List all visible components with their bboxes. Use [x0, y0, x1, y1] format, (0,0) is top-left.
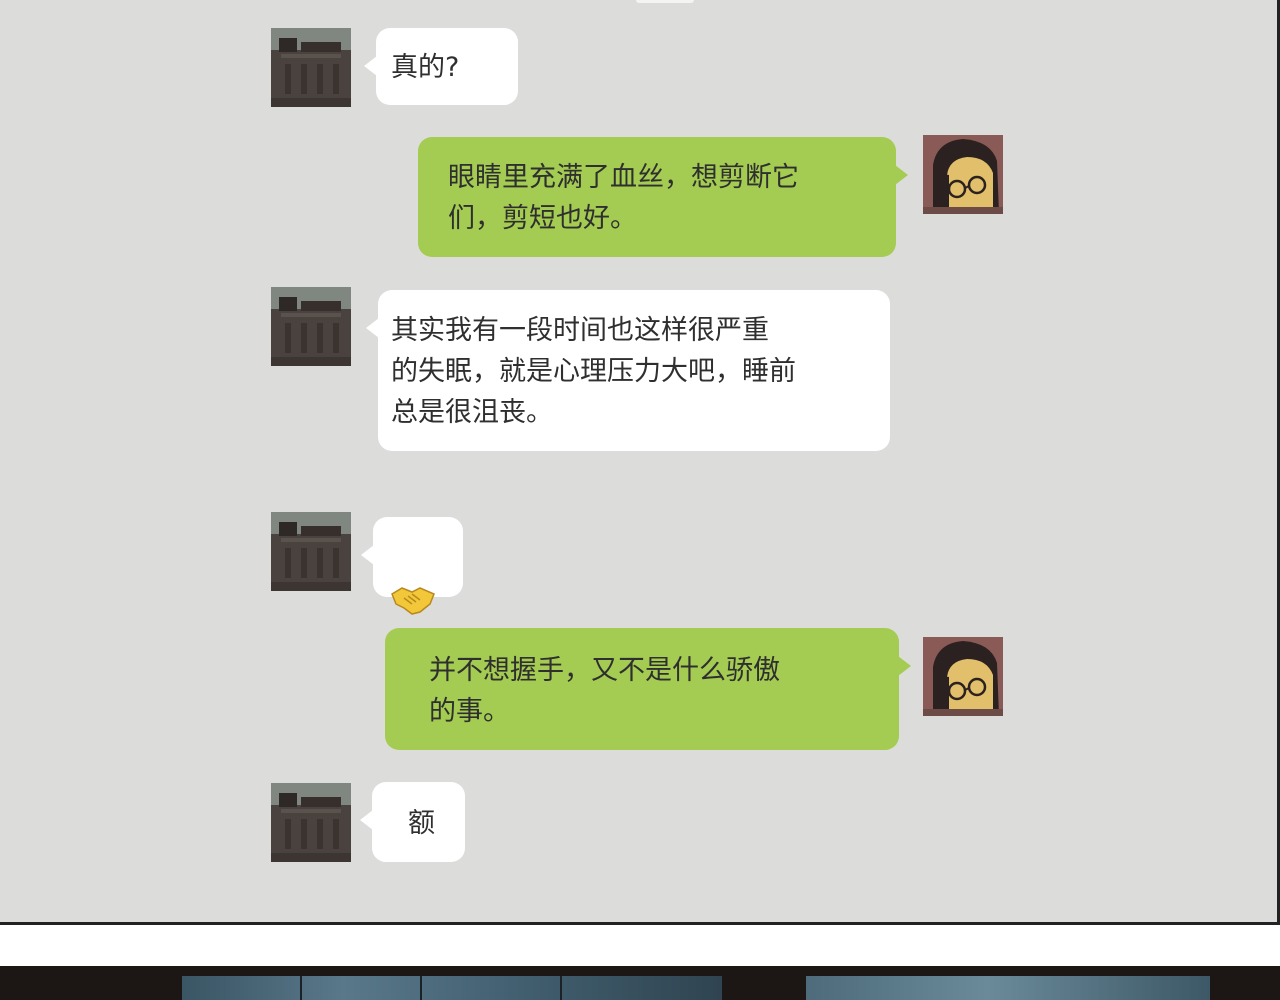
dark-building-avatar-icon: [271, 512, 351, 591]
divider: [420, 976, 422, 1000]
panel-gutter: [0, 925, 1280, 966]
next-panel-image-right: [806, 976, 1210, 1000]
my-avatar[interactable]: [923, 135, 1003, 214]
message-bubble[interactable]: 眼睛里充满了血丝，想剪断它 们，剪短也好。: [418, 137, 908, 257]
friend-avatar[interactable]: [271, 28, 351, 107]
friend-avatar[interactable]: [271, 783, 351, 862]
friend-avatar[interactable]: [271, 512, 351, 591]
divider: [560, 976, 562, 1000]
dark-building-avatar-icon: [271, 783, 351, 862]
my-avatar[interactable]: [923, 637, 1003, 716]
message-bubble[interactable]: 并不想握手，又不是什么骄傲 的事。: [385, 628, 911, 750]
message-bubble[interactable]: 额: [360, 782, 465, 862]
panel-top-edge: [636, 0, 694, 3]
divider: [300, 976, 302, 1000]
message-bubble[interactable]: 真的?: [364, 28, 518, 105]
message-bubble[interactable]: 其实我有一段时间也这样很严重 的失眠，就是心理压力大吧，睡前 总是很沮丧。: [366, 290, 890, 451]
message-bubble[interactable]: [361, 517, 463, 615]
next-panel-image-left: [182, 976, 722, 1000]
dark-building-avatar-icon: [271, 287, 351, 366]
glasses-girl-avatar-icon: [923, 135, 1003, 214]
handshake-icon: [391, 587, 435, 615]
dark-building-avatar-icon: [271, 28, 351, 107]
glasses-girl-avatar-icon: [923, 637, 1003, 716]
chat-panel: 真的? 眼睛里充满了血丝，想剪断它 们，剪短也好。 其实我有一段时间也这样很严重…: [0, 0, 1280, 925]
friend-avatar[interactable]: [271, 287, 351, 366]
next-panel-strip: [0, 966, 1280, 1000]
